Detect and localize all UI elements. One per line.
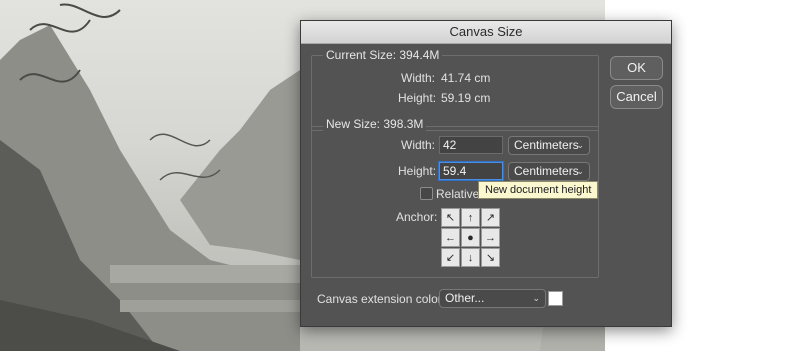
anchor-center[interactable]: ● xyxy=(461,228,480,247)
chevron-down-icon: ⌄ xyxy=(576,166,584,176)
extension-color-label: Canvas extension color: xyxy=(317,292,446,306)
anchor-ne[interactable]: ↗ xyxy=(481,208,500,227)
chevron-down-icon: ⌄ xyxy=(532,293,540,303)
arrow-nw-icon: ↖ xyxy=(445,212,456,224)
width-input[interactable]: 42 xyxy=(439,136,503,154)
current-height-value: 59.19 cm xyxy=(441,91,491,105)
new-width-label: Width: xyxy=(401,138,436,152)
extension-color-swatch[interactable] xyxy=(548,291,563,306)
height-input[interactable]: 59.4 xyxy=(439,162,503,180)
arrow-se-icon: ↘ xyxy=(485,252,496,264)
anchor-e[interactable]: → xyxy=(481,228,500,247)
arrow-n-icon: ↑ xyxy=(467,211,474,224)
relative-label[interactable]: Relative xyxy=(436,187,479,201)
new-size-label: New Size: 398.3M xyxy=(323,117,427,131)
height-unit-value: Centimeters xyxy=(514,164,579,178)
arrow-sw-icon: ↙ xyxy=(445,252,456,264)
anchor-se[interactable]: ↘ xyxy=(481,248,500,267)
anchor-grid: ↖ ↑ ↗ ← ● → ↙ ↓ ↘ xyxy=(441,208,501,268)
current-width-label: Width: xyxy=(401,71,436,85)
width-unit-select[interactable]: Centimeters ⌄ xyxy=(508,136,590,155)
current-width-value: 41.74 cm xyxy=(441,71,491,85)
extension-color-select[interactable]: Other... ⌄ xyxy=(439,289,546,308)
anchor-w[interactable]: ← xyxy=(441,228,460,247)
anchor-label: Anchor: xyxy=(396,210,438,224)
current-height-label: Height: xyxy=(398,91,437,105)
anchor-n[interactable]: ↑ xyxy=(461,208,480,227)
arrow-ne-icon: ↗ xyxy=(485,212,496,224)
cancel-button[interactable]: Cancel xyxy=(610,85,663,109)
anchor-s[interactable]: ↓ xyxy=(461,248,480,267)
anchor-nw[interactable]: ↖ xyxy=(441,208,460,227)
arrow-s-icon: ↓ xyxy=(467,251,474,264)
canvas-size-dialog: Canvas Size Current Size: 394.4M Width: … xyxy=(300,20,672,327)
center-dot-icon: ● xyxy=(467,231,474,244)
chevron-down-icon: ⌄ xyxy=(576,140,584,150)
new-height-label: Height: xyxy=(398,164,437,178)
width-unit-value: Centimeters xyxy=(514,138,579,152)
height-tooltip: New document height xyxy=(478,181,599,199)
relative-checkbox[interactable] xyxy=(420,187,433,200)
arrow-e-icon: → xyxy=(485,231,496,244)
current-size-label: Current Size: 394.4M xyxy=(323,48,443,62)
dialog-title: Canvas Size xyxy=(301,21,671,44)
arrow-w-icon: ← xyxy=(445,231,456,244)
anchor-sw[interactable]: ↙ xyxy=(441,248,460,267)
ok-button[interactable]: OK xyxy=(610,56,663,80)
height-unit-select[interactable]: Centimeters ⌄ xyxy=(508,162,590,181)
extension-color-value: Other... xyxy=(445,291,485,305)
